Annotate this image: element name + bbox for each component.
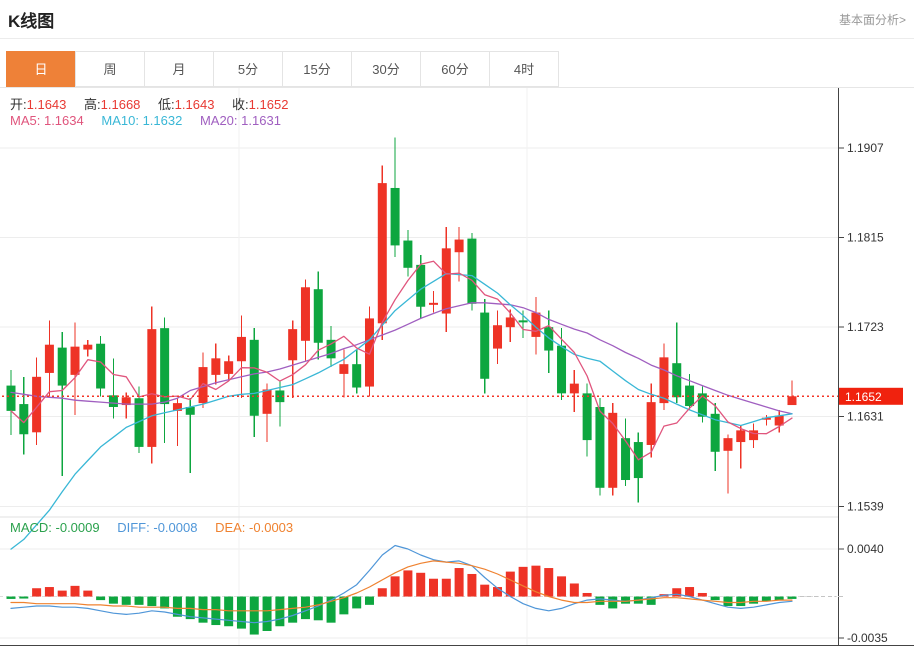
interval-tabs: 日周月5分15分30分60分4时 [7, 51, 559, 87]
svg-text:1.1539: 1.1539 [847, 499, 884, 513]
svg-text:1.1815: 1.1815 [847, 231, 884, 245]
ma10-line [11, 274, 792, 549]
chart-canvas[interactable]: 1.1907 1.1815 1.1723 1.1631 1.1539 0.0040 -0.0… [0, 88, 914, 649]
svg-text:1.1907: 1.1907 [847, 141, 884, 155]
macd-histogram [7, 566, 797, 635]
tab-60分[interactable]: 60分 [420, 51, 490, 87]
kline-chart[interactable]: 1.1907 1.1815 1.1723 1.1631 1.1539 0.0040 -0.0… [0, 88, 914, 649]
title-divider [0, 38, 914, 39]
svg-text:0.0040: 0.0040 [847, 542, 884, 556]
svg-text:1.1652: 1.1652 [845, 390, 882, 404]
svg-text:-0.0035: -0.0035 [847, 631, 888, 645]
grid [0, 88, 838, 645]
svg-text:1.1723: 1.1723 [847, 320, 884, 334]
tab-日[interactable]: 日 [6, 51, 76, 87]
ma5-line [11, 261, 792, 460]
last-price-badge: 1.1652 [839, 388, 903, 405]
svg-text:1.1631: 1.1631 [847, 410, 884, 424]
tab-月[interactable]: 月 [144, 51, 214, 87]
tab-周[interactable]: 周 [75, 51, 145, 87]
diff-line [11, 546, 792, 623]
tab-5分[interactable]: 5分 [213, 51, 283, 87]
price-axis: 1.1907 1.1815 1.1723 1.1631 1.1539 0.0040 -0.0… [0, 88, 914, 646]
kline-app: K线图 基本面分析> 日周月5分15分30分60分4时 1.1907 1.1815… [0, 0, 914, 649]
candlesticks [7, 137, 797, 502]
tab-30分[interactable]: 30分 [351, 51, 421, 87]
fundamental-analysis-link[interactable]: 基本面分析> [839, 11, 906, 28]
tab-15分[interactable]: 15分 [282, 51, 352, 87]
page-title: K线图 [8, 7, 54, 32]
tab-4时[interactable]: 4时 [489, 51, 559, 87]
